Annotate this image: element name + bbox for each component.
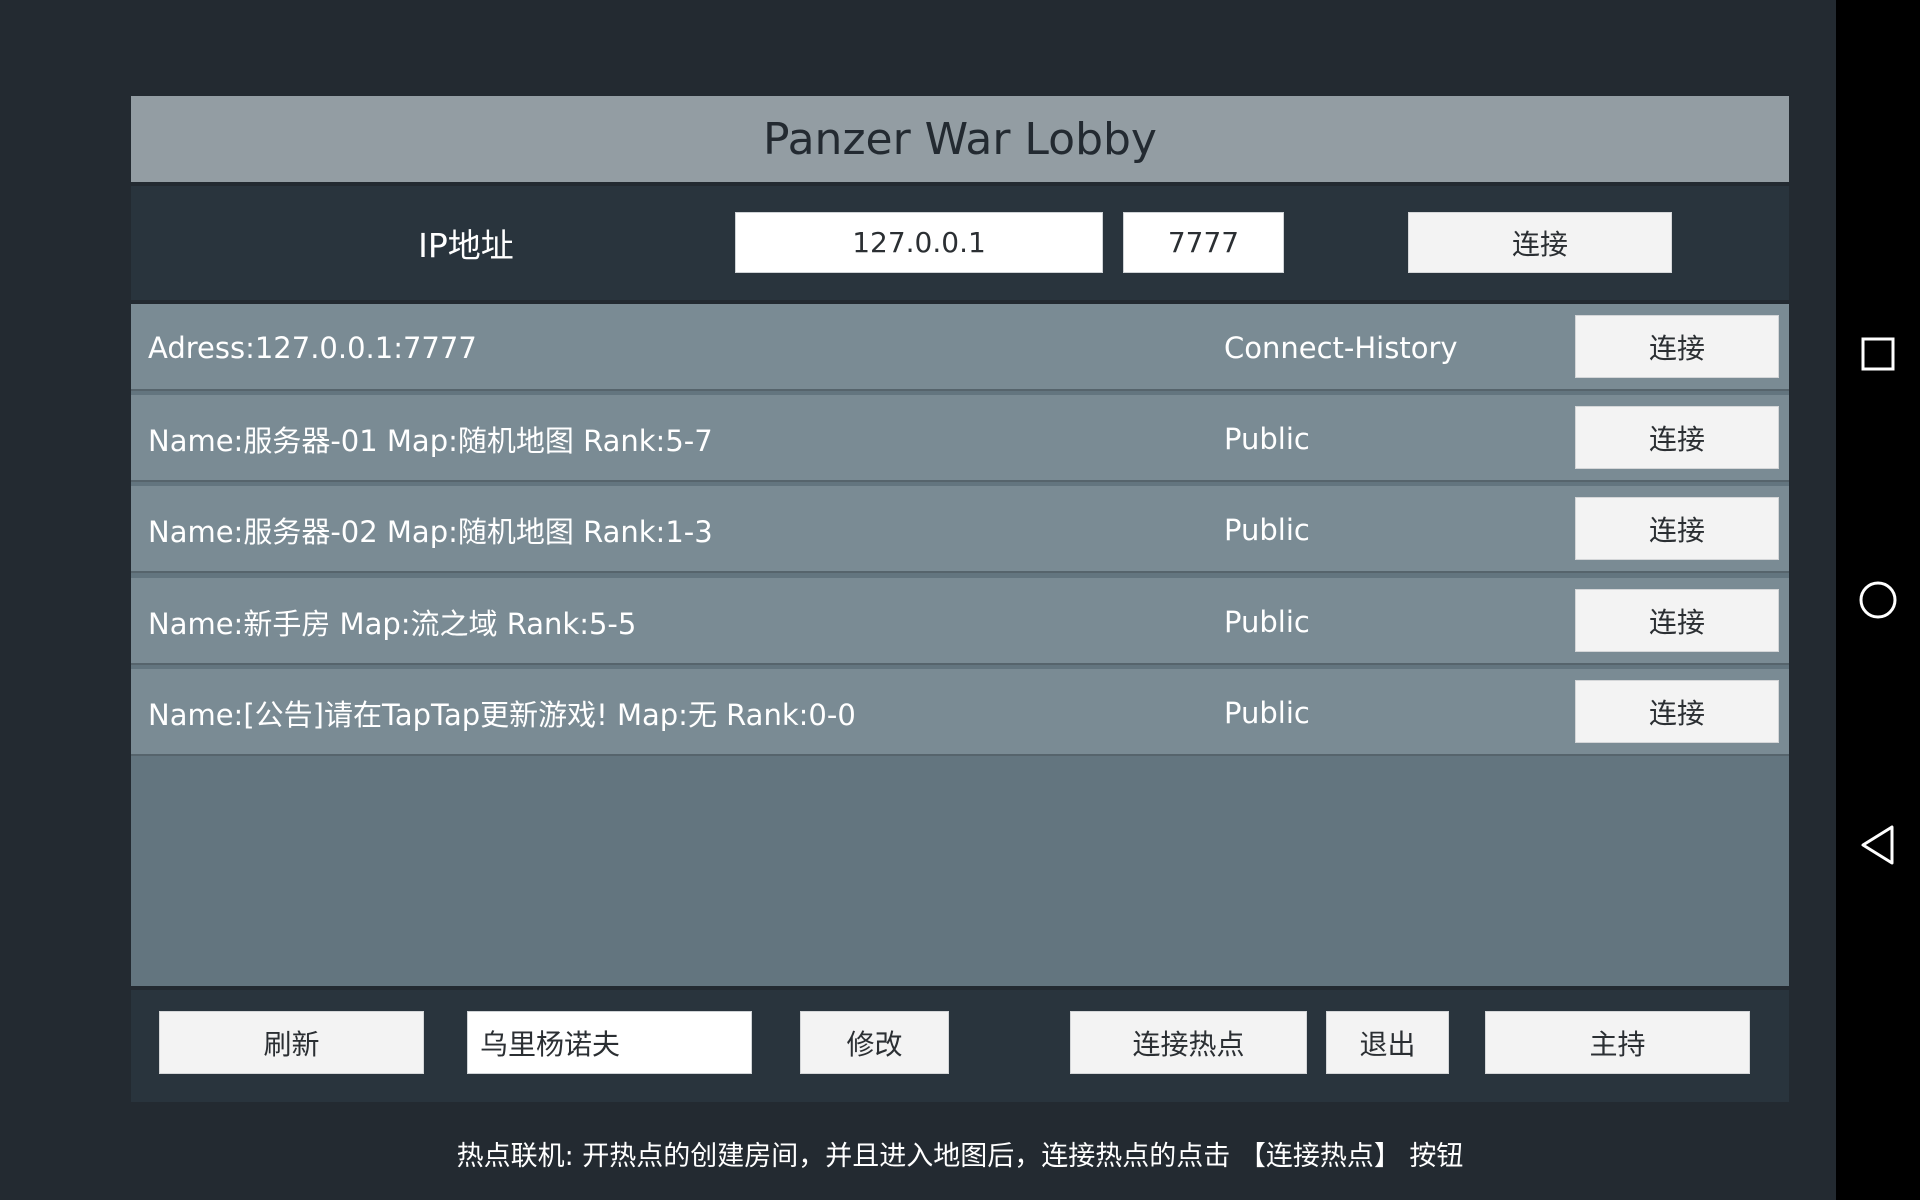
server-connect-button[interactable]: 连接 — [1575, 589, 1779, 652]
server-connect-button[interactable]: 连接 — [1575, 497, 1779, 560]
host-button[interactable]: 主持 — [1485, 1011, 1750, 1074]
connect-hotspot-button[interactable]: 连接热点 — [1070, 1011, 1307, 1074]
back-triangle-icon — [1861, 825, 1894, 865]
lobby-title: Panzer War Lobby — [131, 96, 1789, 182]
server-info: Name:新手房 Map:流之域 Rank:5-5 — [148, 606, 637, 641]
server-type: Public — [1224, 421, 1310, 456]
modify-name-button[interactable]: 修改 — [800, 1011, 949, 1074]
hotspot-hint: 热点联机: 开热点的创建房间，并且进入地图后，连接热点的点击 【连接热点】 按钮 — [456, 1140, 1464, 1172]
server-row: Name:新手房 Map:流之域 Rank:5-5 Public 连接 — [131, 578, 1789, 665]
back-button[interactable] — [1836, 803, 1920, 887]
server-row: Name:服务器-02 Map:随机地图 Rank:1-3 Public 连接 — [131, 486, 1789, 573]
lobby-panel: Panzer War Lobby IP地址 127.0.0.1 7777 连接 … — [131, 96, 1789, 1102]
server-info: Name:[公告]请在TapTap更新游戏! Map:无 Rank:0-0 — [148, 697, 856, 732]
server-connect-button[interactable]: 连接 — [1575, 406, 1779, 469]
ip-connect-button[interactable]: 连接 — [1408, 212, 1672, 273]
circle-icon — [1859, 581, 1897, 619]
ip-label: IP地址 — [418, 226, 514, 265]
ip-address-input[interactable]: 127.0.0.1 — [735, 212, 1103, 273]
server-connect-button[interactable]: 连接 — [1575, 315, 1779, 378]
player-name-input[interactable]: 乌里杨诺夫 — [467, 1011, 752, 1074]
server-row: Adress:127.0.0.1:7777 Connect-History 连接 — [131, 304, 1789, 391]
server-row: Name:[公告]请在TapTap更新游戏! Map:无 Rank:0-0 Pu… — [131, 669, 1789, 756]
server-list: Adress:127.0.0.1:7777 Connect-History 连接… — [131, 304, 1789, 986]
server-info: Name:服务器-02 Map:随机地图 Rank:1-3 — [148, 514, 713, 549]
server-connect-button[interactable]: 连接 — [1575, 680, 1779, 743]
server-type: Public — [1224, 512, 1310, 547]
port-input[interactable]: 7777 — [1123, 212, 1284, 273]
square-icon — [1861, 337, 1895, 371]
android-nav-bar — [1836, 0, 1920, 1200]
bottom-toolbar: 刷新 乌里杨诺夫 修改 连接热点 退出 主持 — [131, 990, 1789, 1102]
ip-connect-row: IP地址 127.0.0.1 7777 连接 — [131, 186, 1789, 300]
server-type: Connect-History — [1224, 330, 1458, 365]
server-type: Public — [1224, 695, 1310, 730]
server-row: Name:服务器-01 Map:随机地图 Rank:5-7 Public 连接 — [131, 395, 1789, 482]
exit-button[interactable]: 退出 — [1326, 1011, 1449, 1074]
recents-button[interactable] — [1836, 312, 1920, 396]
server-info: Adress:127.0.0.1:7777 — [148, 330, 477, 365]
server-type: Public — [1224, 604, 1310, 639]
home-button[interactable] — [1836, 558, 1920, 642]
server-info: Name:服务器-01 Map:随机地图 Rank:5-7 — [148, 423, 713, 458]
refresh-button[interactable]: 刷新 — [159, 1011, 424, 1074]
